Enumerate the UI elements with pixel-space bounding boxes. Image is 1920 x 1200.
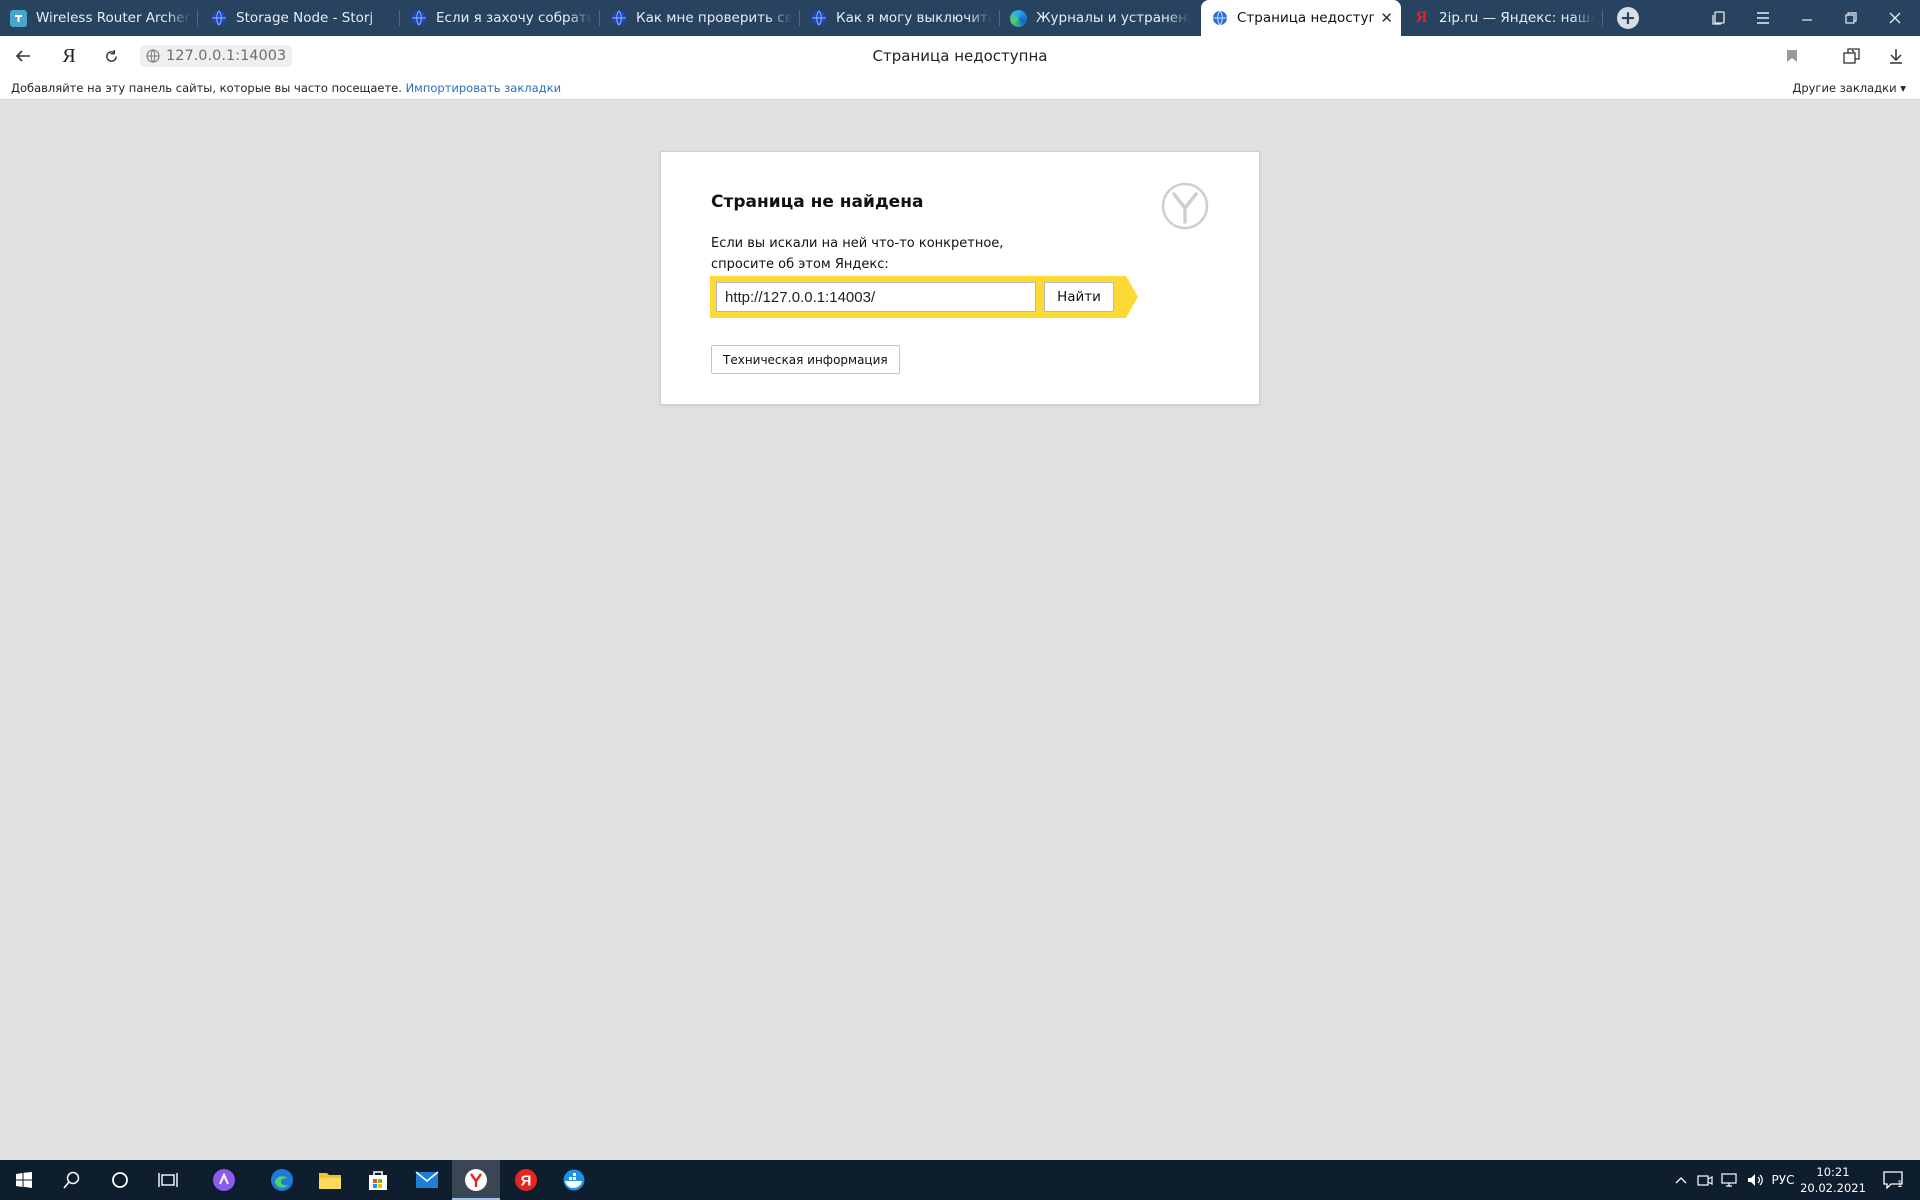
reload-icon[interactable] bbox=[95, 36, 127, 76]
taskbar: Я РУС 10:21 20.02.2021 1 bbox=[0, 1160, 1920, 1200]
alice-icon[interactable] bbox=[200, 1160, 248, 1200]
file-explorer-icon[interactable] bbox=[306, 1160, 354, 1200]
tab-logs[interactable]: Журналы и устранение не bbox=[1000, 0, 1198, 36]
back-arrow-icon[interactable] bbox=[7, 36, 39, 76]
clock-time: 10:21 bbox=[1816, 1165, 1850, 1179]
tab-strip: Wireless Router Archer C1 Storage Node -… bbox=[0, 0, 1920, 36]
yandex-icon: Я bbox=[1415, 9, 1428, 26]
tab-title: Страница недоступна bbox=[1237, 10, 1375, 26]
bookmarks-hint: Добавляйте на эту панель сайты, которые … bbox=[11, 81, 562, 95]
menu-icon[interactable] bbox=[1741, 0, 1785, 36]
tab-title: Как мне проверить свои bbox=[636, 10, 792, 26]
close-tab-icon[interactable]: ✕ bbox=[1380, 9, 1393, 27]
yandex-search-form: http://127.0.0.1:14003/ Найти bbox=[710, 276, 1138, 318]
yandex-browser-logo-icon bbox=[1161, 182, 1209, 230]
tab-title: Журналы и устранение не bbox=[1036, 10, 1190, 26]
tab-forum-2[interactable]: Как мне проверить свои bbox=[600, 0, 800, 36]
svg-text:Я: Я bbox=[521, 1173, 532, 1190]
search-input[interactable]: http://127.0.0.1:14003/ bbox=[716, 282, 1036, 312]
download-icon[interactable] bbox=[1880, 36, 1912, 76]
tab-active-unavailable[interactable]: Страница недоступна ✕ bbox=[1201, 0, 1401, 36]
tech-info-button[interactable]: Техническая информация bbox=[711, 345, 900, 374]
bookmarks-bar: Добавляйте на эту панель сайты, которые … bbox=[0, 76, 1920, 100]
globe-icon bbox=[146, 49, 160, 63]
edge-browser-icon[interactable] bbox=[258, 1160, 306, 1200]
tab-title: Wireless Router Archer C1 bbox=[36, 10, 190, 26]
language-indicator[interactable]: РУС bbox=[1768, 1160, 1798, 1200]
store-icon[interactable] bbox=[354, 1160, 402, 1200]
globe-icon bbox=[810, 10, 827, 27]
globe-icon bbox=[410, 10, 427, 27]
tab-storj[interactable]: Storage Node - Storj bbox=[200, 0, 400, 36]
tab-title: Если я захочу собрать ещ bbox=[436, 10, 592, 26]
notifications-icon[interactable]: 1 bbox=[1876, 1160, 1910, 1200]
tab-title: Как я могу выключить св bbox=[836, 10, 992, 26]
network-icon[interactable] bbox=[1718, 1160, 1742, 1200]
globe-icon bbox=[1211, 10, 1228, 27]
search-icon[interactable] bbox=[48, 1160, 96, 1200]
tab-router[interactable]: Wireless Router Archer C1 bbox=[0, 0, 198, 36]
tab-forum-1[interactable]: Если я захочу собрать ещ bbox=[400, 0, 600, 36]
clock[interactable]: 10:21 20.02.2021 bbox=[1795, 1164, 1871, 1196]
cortana-icon[interactable] bbox=[96, 1160, 144, 1200]
address-toolbar: Страница недоступна Я 127.0.0.1:14003 bbox=[0, 36, 1920, 76]
edge-icon bbox=[1010, 9, 1027, 27]
show-hidden-icons-chevron-icon[interactable] bbox=[1670, 1160, 1692, 1200]
new-tab-button[interactable]: + bbox=[1617, 7, 1639, 29]
globe-icon bbox=[210, 10, 227, 27]
volume-icon[interactable] bbox=[1744, 1160, 1768, 1200]
globe-icon bbox=[610, 10, 627, 27]
notification-count: 1 bbox=[1897, 1180, 1903, 1190]
tab-forum-3[interactable]: Как я могу выключить св bbox=[800, 0, 1000, 36]
error-title: Страница не найдена bbox=[711, 192, 924, 212]
docker-icon[interactable] bbox=[550, 1160, 598, 1200]
error-card: Страница не найдена Если вы искали на не… bbox=[660, 151, 1260, 405]
tab-2ip[interactable]: Я 2ip.ru — Яндекс: нашлось bbox=[1403, 0, 1603, 36]
clock-date: 20.02.2021 bbox=[1800, 1181, 1866, 1195]
address-field[interactable]: 127.0.0.1:14003 bbox=[140, 45, 293, 67]
yandex-home-button[interactable]: Я bbox=[53, 36, 85, 76]
yandex-browser-taskbar-icon[interactable] bbox=[452, 1160, 500, 1200]
tab-title: 2ip.ru — Яндекс: нашлось bbox=[1439, 10, 1595, 26]
collections-icon[interactable] bbox=[1836, 36, 1868, 76]
close-window-icon[interactable] bbox=[1873, 0, 1917, 36]
task-view-icon[interactable] bbox=[144, 1160, 192, 1200]
tabs-collection-icon[interactable] bbox=[1697, 0, 1741, 36]
url-text: 127.0.0.1:14003 bbox=[166, 48, 287, 64]
error-description: Если вы искали на ней что-то конкретное,… bbox=[711, 236, 1004, 272]
search-button[interactable]: Найти bbox=[1044, 282, 1114, 312]
minimize-icon[interactable] bbox=[1785, 0, 1829, 36]
restore-icon[interactable] bbox=[1829, 0, 1873, 36]
meet-now-icon[interactable] bbox=[1694, 1160, 1716, 1200]
mail-icon[interactable] bbox=[403, 1160, 451, 1200]
start-windows-icon[interactable] bbox=[0, 1160, 48, 1200]
bookmark-icon[interactable] bbox=[1776, 36, 1808, 76]
tplink-icon bbox=[10, 9, 27, 27]
tab-title: Storage Node - Storj bbox=[236, 10, 374, 26]
yandex-app-icon[interactable]: Я bbox=[502, 1160, 550, 1200]
other-bookmarks-button[interactable]: Другие закладки ▾ bbox=[1792, 81, 1906, 95]
import-bookmarks-link[interactable]: Импортировать закладки bbox=[406, 81, 561, 95]
